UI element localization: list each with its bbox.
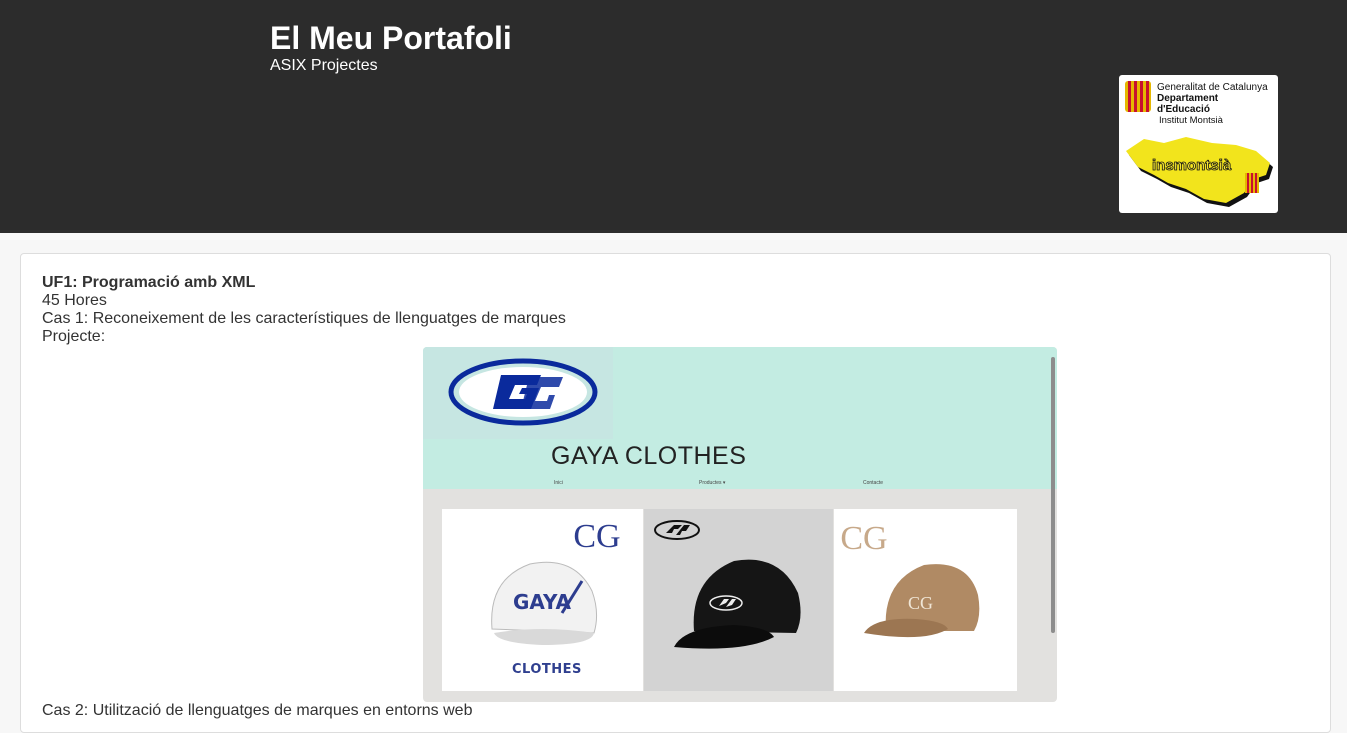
preview-brand-title: GAYA CLOTHES: [551, 442, 747, 470]
gencat-line1: Generalitat de Catalunya: [1157, 82, 1268, 93]
white-cap-monogram: CG: [573, 518, 620, 555]
project-screenshot[interactable]: GAYA CLOTHES Inici Productes ▾ Contacte …: [423, 347, 1057, 702]
content-card: UF1: Programació amb XML 45 Hores Cas 1:…: [20, 253, 1331, 733]
product-tile-black-cap: [644, 509, 833, 691]
logo-badge-text: insmontsià: [1152, 157, 1232, 174]
product-tile-white-cap: CG GAYA CLOTHES: [442, 509, 643, 691]
page-subtitle: ASIX Projectes: [270, 57, 378, 74]
gencat-line3: d'Educació: [1157, 104, 1210, 115]
preview-nav-inici: Inici: [554, 480, 563, 486]
page-title: El Meu Portafoli: [270, 20, 512, 56]
gg-logo-icon: [448, 358, 598, 426]
preview-logo-box: [423, 347, 613, 439]
beige-cap-image: CG CG: [840, 520, 980, 638]
gencat-line2: Departament: [1157, 93, 1219, 104]
beige-cap-logo-text: CG: [908, 593, 933, 613]
cas2-text: Cas 2: Utilització de llenguatges de mar…: [42, 702, 473, 719]
cas1-text: Cas 1: Reconeixement de les característi…: [42, 310, 566, 327]
preview-nav-productes: Productes ▾: [699, 480, 726, 486]
uf-hours: 45 Hores: [42, 292, 107, 309]
institut-name: Institut Montsià: [1159, 115, 1223, 126]
uf-title: UF1: Programació amb XML: [42, 274, 256, 291]
beige-cap-monogram: CG: [840, 520, 887, 557]
preview-scrollbar: [1051, 357, 1055, 633]
product-tile-beige-cap: CG CG: [834, 509, 1017, 691]
project-label: Projecte:: [42, 328, 106, 345]
black-cap-image: [654, 520, 801, 649]
gencat-text: Generalitat de Catalunya Departament d'E…: [1157, 82, 1268, 115]
institut-logo: insmontsià Generalitat de Catalunya Depa…: [1119, 75, 1278, 213]
clothes-label: CLOTHES: [512, 662, 582, 677]
preview-nav-contacte: Contacte: [863, 480, 884, 486]
site-header: El Meu Portafoli ASIX Projectes insmonts…: [0, 0, 1347, 233]
